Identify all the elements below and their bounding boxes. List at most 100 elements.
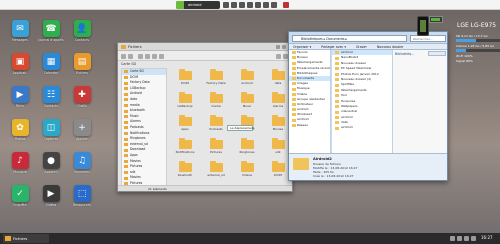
folder-name: Apps bbox=[181, 127, 189, 131]
resources-icon: ⬚ bbox=[73, 185, 91, 202]
survey-icon: ✓ bbox=[11, 185, 29, 202]
ringtone-icon[interactable] bbox=[239, 2, 245, 8]
folder-name: android bbox=[241, 81, 253, 85]
maximize-icon[interactable] bbox=[282, 45, 286, 49]
app-label: Calendar bbox=[43, 71, 59, 75]
address-bar[interactable]: Bibliothèques ▸ Documents ▸ bbox=[292, 35, 407, 42]
app-label: Vidéos bbox=[45, 203, 57, 207]
app-films[interactable]: ▶ Films bbox=[5, 86, 35, 108]
signal-stat: Signal 80% bbox=[456, 59, 473, 63]
device-panel: LGE LG-E975 SD 6,12 Go / 13,7 Go Interne… bbox=[415, 12, 500, 222]
folder-name: external_sd bbox=[207, 173, 225, 177]
app-ringtone-app[interactable]: ♫ Sonneries bbox=[67, 152, 97, 174]
command-2[interactable]: Graver bbox=[356, 45, 367, 49]
top-toolbar: airdroid bbox=[0, 0, 500, 10]
folder-tile[interactable]: Ringtones bbox=[232, 137, 262, 159]
folder-tile[interactable]: Apps bbox=[170, 114, 200, 136]
folder-tile[interactable]: external_sd bbox=[201, 160, 231, 180]
app-label: Films bbox=[15, 104, 25, 108]
command-3[interactable]: Nouveau dossier bbox=[377, 45, 404, 49]
video-icon: ▶ bbox=[42, 185, 60, 202]
taskbar-item-fichiers[interactable]: Fichiers bbox=[3, 234, 49, 243]
task-label: Fichiers bbox=[13, 236, 28, 241]
folder-name: DCIM bbox=[181, 81, 189, 85]
command-0[interactable]: Organiser ▾ bbox=[293, 45, 311, 49]
folder-tile[interactable]: Factory Data bbox=[201, 68, 231, 90]
folder-icon bbox=[240, 161, 254, 172]
upload-icon[interactable] bbox=[145, 54, 150, 59]
account-pill[interactable]: airdroid bbox=[176, 1, 220, 9]
folder-tile[interactable]: LGBackup bbox=[170, 91, 200, 113]
folder-tile[interactable]: Notifications bbox=[170, 137, 200, 159]
folder-icon bbox=[209, 69, 223, 80]
folder-tile[interactable]: bluetooth bbox=[170, 160, 200, 180]
app-label: Fichiers bbox=[75, 71, 89, 75]
wifi-tray-icon[interactable] bbox=[457, 236, 462, 241]
app-screenshot-app[interactable]: ◫ Captures bbox=[36, 119, 66, 141]
films-icon: ▶ bbox=[11, 86, 29, 103]
folder-tile[interactable]: Music bbox=[232, 91, 262, 113]
back-icon[interactable] bbox=[121, 54, 126, 59]
folder-icon bbox=[209, 161, 223, 172]
fullscreen-icon[interactable] bbox=[255, 2, 261, 8]
app-calendar[interactable]: ▦ Calendar bbox=[36, 53, 66, 75]
app-contacts-card[interactable]: ☷ Contacts bbox=[36, 86, 66, 108]
folder-icon bbox=[178, 161, 192, 172]
grid-view-icon[interactable] bbox=[276, 54, 281, 59]
app-resources[interactable]: ⬚ Ressources bbox=[67, 185, 97, 207]
wifi-stat: Wi-Fi 100% bbox=[456, 54, 473, 58]
folder-tile[interactable]: android bbox=[232, 68, 262, 90]
close-icon[interactable] bbox=[283, 2, 289, 8]
app-photos[interactable]: ✿ Photos bbox=[5, 119, 35, 141]
settings-icon[interactable] bbox=[263, 2, 269, 8]
app-message[interactable]: ✉ Messages bbox=[5, 20, 35, 42]
airdroid-logo-icon bbox=[176, 1, 184, 9]
app-survey[interactable]: ✓ Enquête bbox=[5, 185, 35, 207]
app-label: Applicati. bbox=[12, 71, 28, 75]
phone-icon: ☎ bbox=[42, 20, 60, 37]
app-contacts[interactable]: 👤 Contacts bbox=[67, 20, 97, 42]
folder-tile[interactable]: DCIM bbox=[170, 68, 200, 90]
command-1[interactable]: Partager avec ▾ bbox=[321, 45, 346, 49]
breadcrumb[interactable]: Carte SD bbox=[121, 61, 136, 67]
folder-tile[interactable]: media bbox=[201, 91, 231, 113]
app-camera-app[interactable]: ● Appareil bbox=[36, 152, 66, 174]
app-label: Photos bbox=[14, 137, 26, 141]
file-manager-window[interactable]: Fichiers Carte SD Carte SD DCIM Factory Da… bbox=[117, 42, 294, 192]
internal-storage-bar bbox=[456, 49, 500, 52]
file-list: airdroid NanoBook3 Nouveau dossier PC Speed… bbox=[332, 50, 392, 153]
app-add[interactable]: + Ajouter bbox=[67, 119, 97, 141]
folder-name: Videos bbox=[242, 173, 252, 177]
app-music[interactable]: ♪ Musique bbox=[5, 152, 35, 174]
signal-icon[interactable] bbox=[450, 236, 455, 241]
help-icon[interactable] bbox=[271, 2, 277, 8]
notification-icon[interactable] bbox=[471, 236, 476, 241]
folder-tile[interactable]: Videos bbox=[232, 160, 262, 180]
new-folder-icon[interactable] bbox=[138, 54, 143, 59]
file-manager-sidebar: Carte SD DCIM Factory Data LGBackup Android d… bbox=[121, 68, 167, 188]
app-label: Musique bbox=[13, 170, 27, 174]
delete-icon[interactable] bbox=[159, 54, 164, 59]
screenshot-icon[interactable] bbox=[223, 2, 229, 8]
download-icon[interactable] bbox=[152, 54, 157, 59]
minimize-icon[interactable] bbox=[276, 45, 280, 49]
internal-stat: Interne 1,26 Go / 5,85 Go bbox=[456, 44, 495, 48]
app-label: Outils bbox=[77, 104, 87, 108]
forward-icon[interactable] bbox=[128, 54, 133, 59]
folder-icon bbox=[240, 138, 254, 149]
app-video[interactable]: ▶ Vidéos bbox=[36, 185, 66, 207]
file-manager-titlebar[interactable]: Fichiers bbox=[118, 43, 292, 51]
file-list-item[interactable]: airdroid bbox=[332, 125, 392, 131]
nav-item[interactable]: Réseau bbox=[289, 123, 330, 128]
wifi-icon[interactable] bbox=[247, 2, 253, 8]
music-icon: ♪ bbox=[11, 152, 29, 169]
app-tools[interactable]: ✚ Outils bbox=[67, 86, 97, 108]
app-files[interactable]: ▤ Fichiers bbox=[67, 53, 97, 75]
camera-icon[interactable] bbox=[231, 2, 237, 8]
battery-tray-icon[interactable] bbox=[464, 236, 469, 241]
folder-tile[interactable]: Pictures bbox=[201, 137, 231, 159]
folder-icon bbox=[209, 115, 223, 126]
app-apps[interactable]: ▣ Applicati. bbox=[5, 53, 35, 75]
folder-icon bbox=[178, 92, 192, 103]
app-phone[interactable]: ☎ Journal d'appels bbox=[36, 20, 66, 42]
